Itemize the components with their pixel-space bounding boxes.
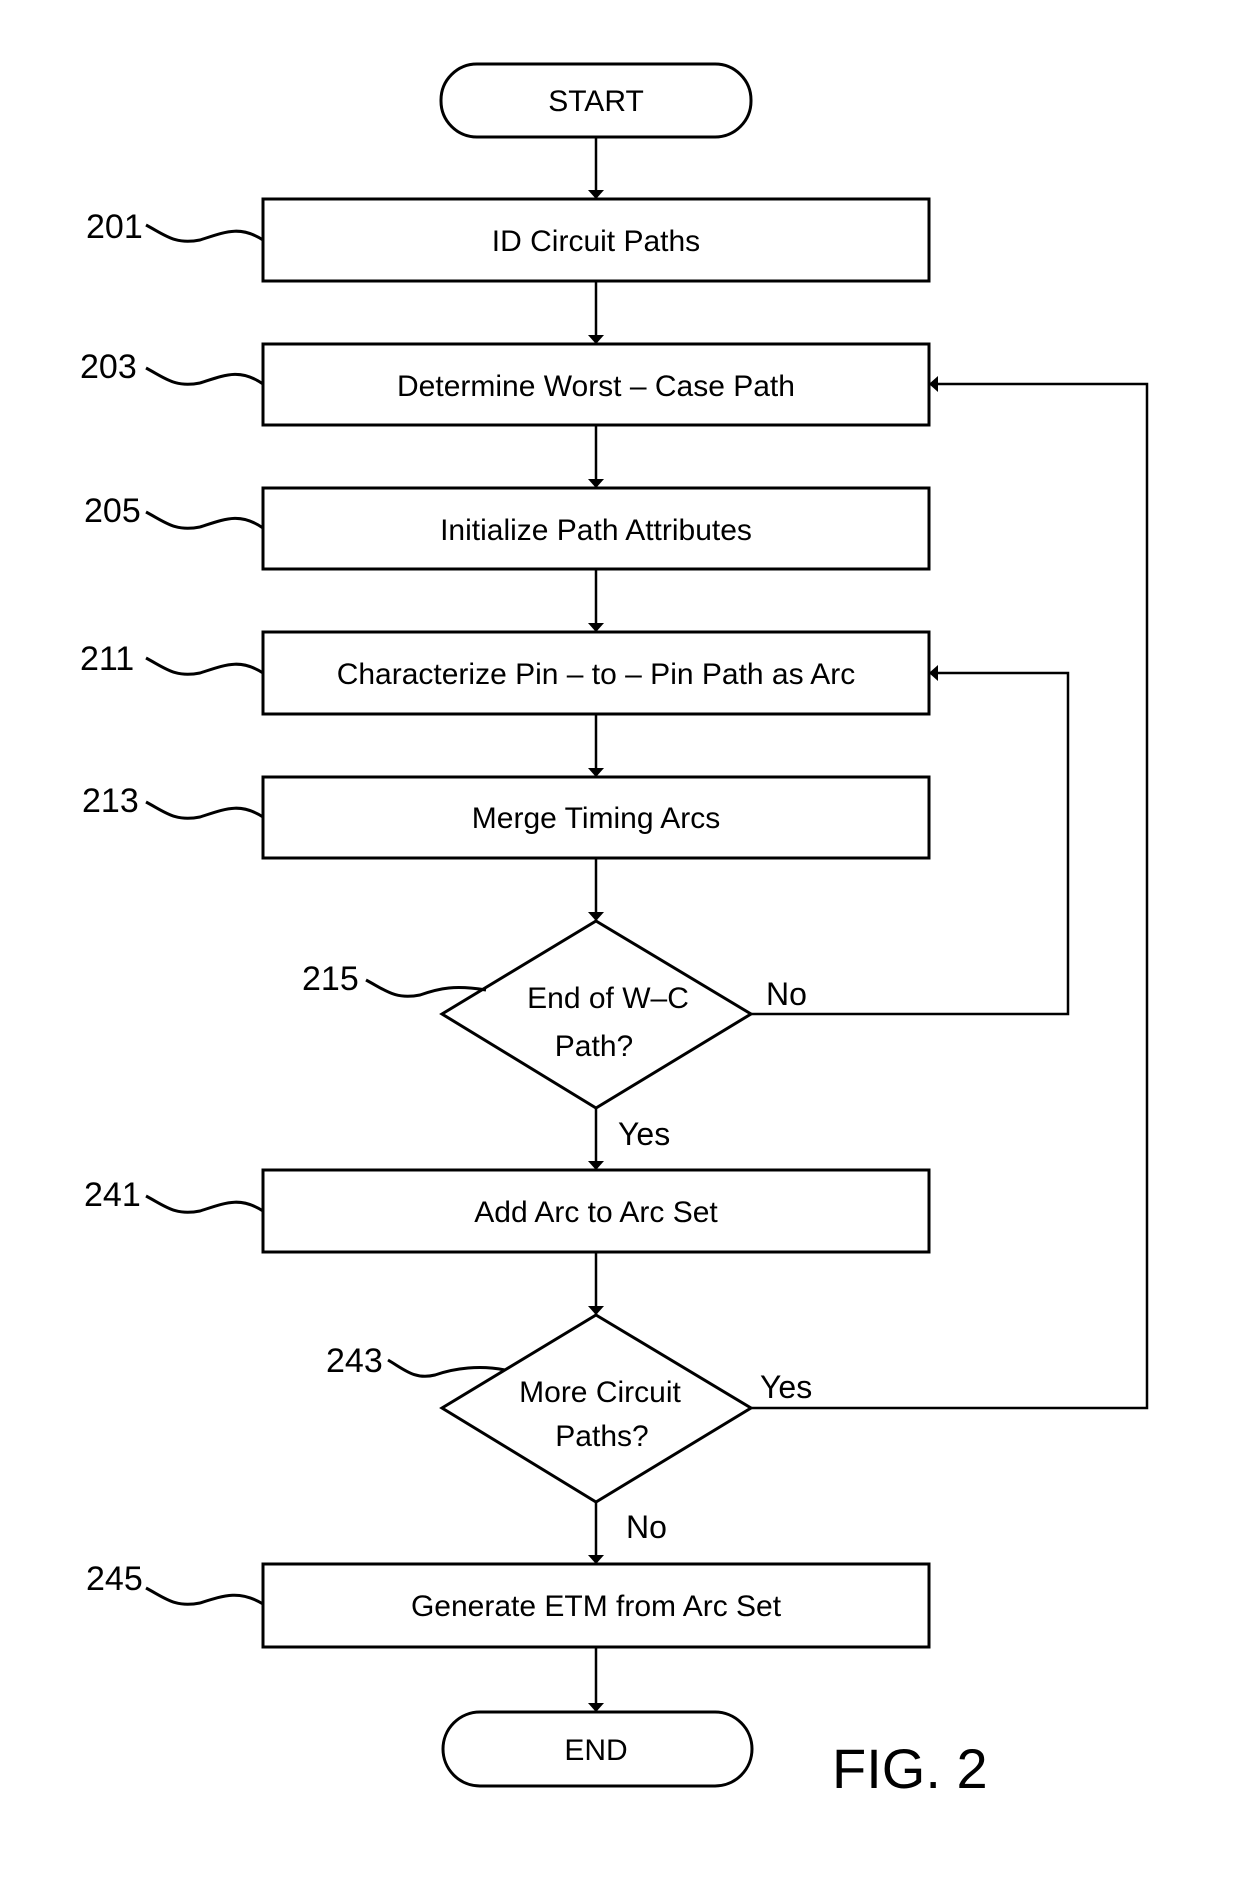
ref-205: 205 [84, 492, 141, 530]
ref-241: 241 [84, 1176, 141, 1214]
decision-215-no-label: No [766, 976, 807, 1012]
ref-211: 211 [80, 640, 134, 678]
step-213: Merge Timing Arcs 213 [82, 775, 931, 860]
decision-243-line2: Paths? [555, 1420, 648, 1453]
ref-243: 243 [326, 1342, 383, 1380]
step-205: Initialize Path Attributes 205 [84, 486, 931, 571]
ref-201: 201 [86, 208, 143, 246]
step-241-label: Add Arc to Arc Set [474, 1196, 718, 1229]
decision-215: End of W–C Path? 215 No Yes [302, 919, 807, 1152]
step-245-label: Generate ETM from Arc Set [411, 1590, 782, 1623]
decision-243-no-label: No [626, 1509, 667, 1545]
figure-label: FIG. 2 [832, 1737, 988, 1800]
step-201-label: ID Circuit Paths [492, 225, 700, 258]
ref-213: 213 [82, 782, 139, 820]
step-211: Characterize Pin – to – Pin Path as Arc … [80, 630, 931, 716]
decision-215-line1: End of W–C [527, 982, 689, 1015]
leader-243 [387, 1358, 506, 1378]
step-201: ID Circuit Paths 201 [86, 197, 931, 283]
leader-241 [145, 1194, 264, 1214]
decision-215-line2: Path? [555, 1030, 633, 1063]
step-241: Add Arc to Arc Set 241 [84, 1168, 931, 1254]
ref-215: 215 [302, 960, 359, 998]
leader-201 [145, 223, 264, 243]
flowchart: START ID Circuit Paths 201 Determine Wor… [80, 62, 1149, 1800]
decision-243-line1: More Circuit [519, 1376, 681, 1409]
leader-213 [145, 800, 264, 820]
end-label: END [564, 1734, 627, 1767]
step-203-label: Determine Worst – Case Path [397, 370, 795, 403]
decision-215-yes-label: Yes [618, 1116, 670, 1152]
end-terminal: END [441, 1710, 754, 1788]
leader-245 [145, 1586, 264, 1606]
step-205-label: Initialize Path Attributes [440, 514, 752, 547]
decision-243: More Circuit Paths? 243 Yes No [326, 1313, 812, 1545]
start-label: START [548, 85, 644, 118]
ref-203: 203 [80, 348, 137, 386]
decision-243-yes-label: Yes [760, 1369, 812, 1405]
leader-203 [145, 366, 264, 386]
step-245: Generate ETM from Arc Set 245 [86, 1560, 931, 1649]
ref-245: 245 [86, 1560, 143, 1598]
leader-211 [145, 656, 264, 676]
leader-205 [145, 510, 264, 530]
leader-215 [365, 978, 487, 998]
step-203: Determine Worst – Case Path 203 [80, 342, 931, 427]
step-213-label: Merge Timing Arcs [472, 802, 720, 835]
step-211-label: Characterize Pin – to – Pin Path as Arc [337, 658, 856, 691]
start-terminal: START [439, 62, 753, 139]
